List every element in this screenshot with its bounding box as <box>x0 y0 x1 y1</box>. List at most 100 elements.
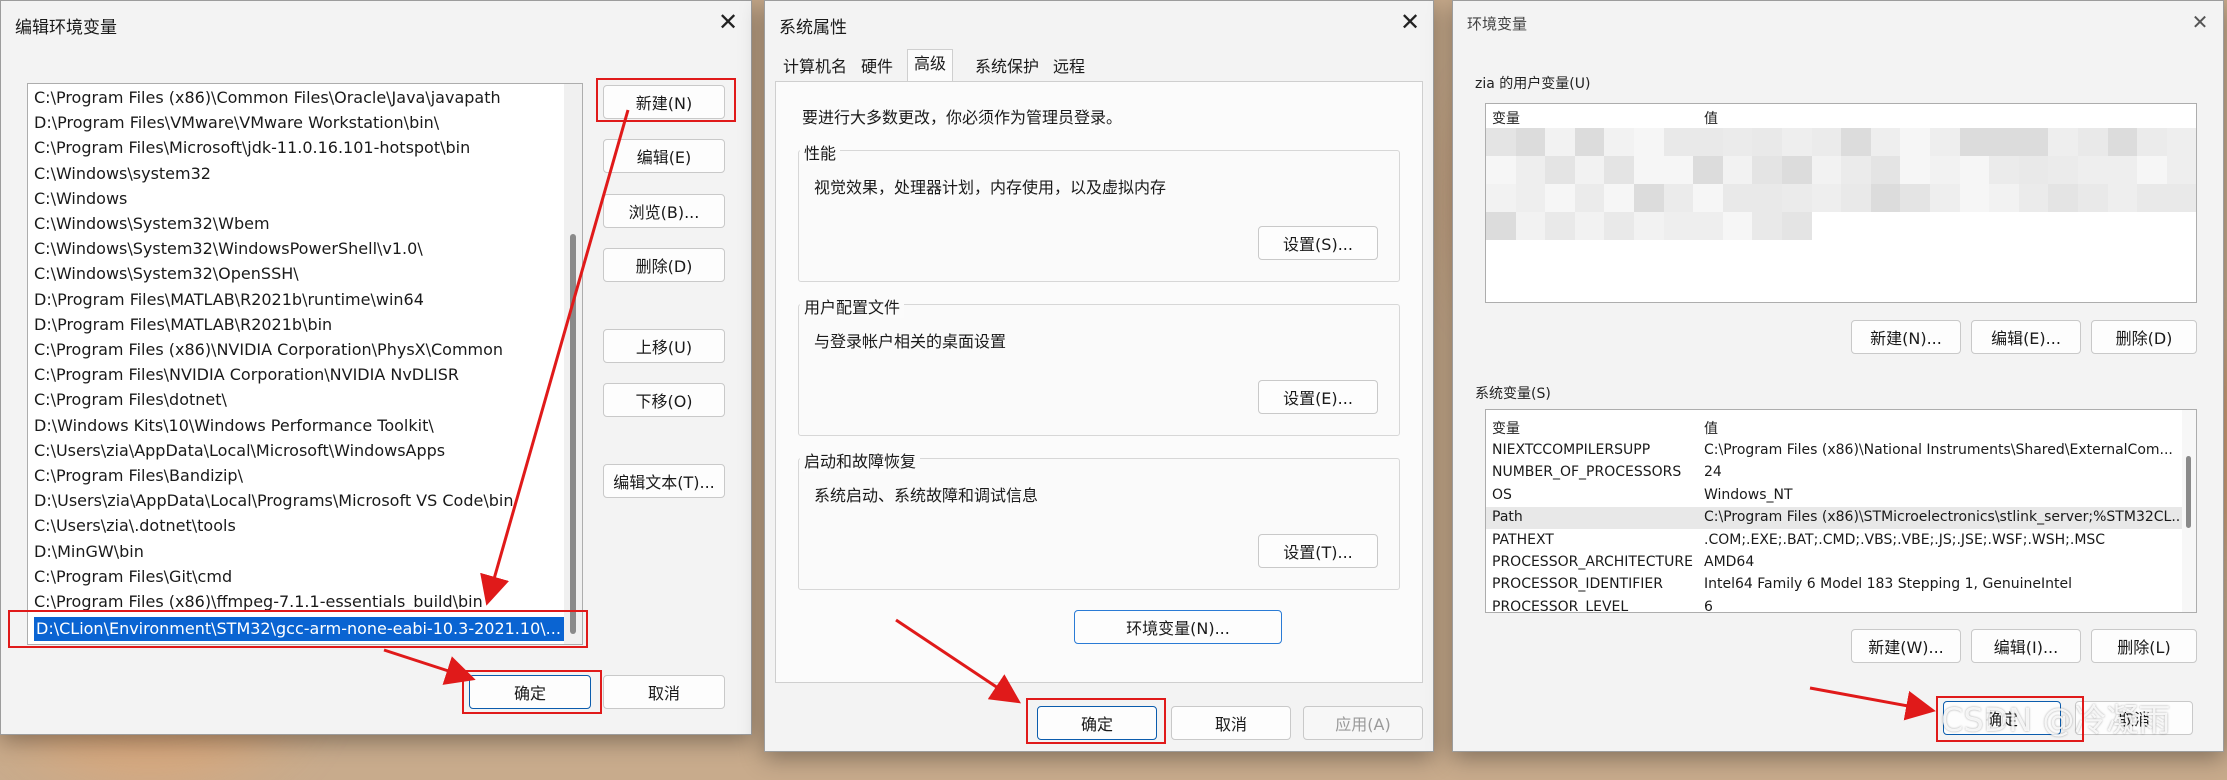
path-list-item[interactable]: C:\Program Files\Microsoft\jdk-11.0.16.1… <box>32 136 470 160</box>
user-profile-description: 与登录帐户相关的桌面设置 <box>814 332 1007 351</box>
tab-advanced[interactable]: 高级 <box>907 49 954 83</box>
watermark: CSDN @冷凝雨 <box>1941 701 2171 739</box>
path-list-item[interactable]: C:\Program Files\Git\cmd <box>32 565 232 589</box>
user-new-button[interactable]: 新建(N)... <box>1851 320 1961 354</box>
system-new-button[interactable]: 新建(W)... <box>1851 629 1961 663</box>
environment-variables-button[interactable]: 环境变量(N)... <box>1074 610 1282 644</box>
blur-tile <box>1841 184 1871 212</box>
path-list-item[interactable]: C:\Program Files (x86)\ffmpeg-7.1.1-esse… <box>32 590 483 614</box>
ok-button[interactable]: 确定 <box>469 675 591 709</box>
user-variables-table[interactable]: 变量 值 <box>1485 103 2197 303</box>
system-variable-row[interactable]: PROCESSOR_IDENTIFIER Intel64 Family 6 Mod… <box>1486 574 2182 596</box>
scrollbar-thumb[interactable] <box>2186 456 2191 528</box>
apply-button[interactable]: 应用(A) <box>1303 706 1423 740</box>
path-list-item[interactable]: C:\Program Files (x86)\NVIDIA Corporatio… <box>32 338 503 362</box>
performance-group <box>798 150 1400 282</box>
blur-tile <box>1693 184 1723 212</box>
system-variable-row[interactable]: OS Windows_NT <box>1486 485 2182 507</box>
path-list-item[interactable]: C:\Users\zia\.dotnet\tools <box>32 514 236 538</box>
user-profile-group <box>798 304 1400 436</box>
blur-tile <box>1634 184 1664 212</box>
scrollbar-thumb[interactable] <box>570 234 576 634</box>
system-variable-name: PROCESSOR_IDENTIFIER <box>1492 576 1663 593</box>
path-list-item[interactable]: C:\Windows <box>32 187 127 211</box>
startup-settings-button[interactable]: 设置(T)... <box>1258 534 1378 568</box>
close-icon[interactable]: ✕ <box>709 5 747 39</box>
path-list-item[interactable]: C:\Users\zia\AppData\Local\Microsoft\Win… <box>32 439 445 463</box>
path-list-item[interactable]: C:\Program Files (x86)\Common Files\Orac… <box>32 86 501 110</box>
path-list-item[interactable]: C:\Windows\System32\OpenSSH\ <box>32 262 299 286</box>
dialog-title: 编辑环境变量 <box>15 18 117 38</box>
tab-computer-name[interactable]: 计算机名 <box>777 53 853 81</box>
path-list-item[interactable]: D:\Program Files\MATLAB\R2021b\bin <box>32 313 332 337</box>
path-list-item[interactable]: C:\Windows\system32 <box>32 162 211 186</box>
blur-tile <box>1663 212 1694 240</box>
path-list-item[interactable]: C:\Windows\System32\WindowsPowerShell\v1… <box>32 237 423 261</box>
title-bar: 环境变量 ✕ <box>1453 1 2223 45</box>
path-list-item[interactable]: C:\Windows\System32\Wbem <box>32 212 270 236</box>
user-delete-button[interactable]: 删除(D) <box>2091 320 2197 354</box>
blur-tile <box>2137 128 2167 156</box>
blur-tile <box>1752 128 1782 156</box>
move-up-button[interactable]: 上移(U) <box>603 329 725 363</box>
system-delete-button[interactable]: 删除(L) <box>2091 629 2197 663</box>
blur-tile <box>1515 184 1546 212</box>
system-variable-row[interactable]: PROCESSOR_LEVEL 6 <box>1486 597 2182 612</box>
blur-tile <box>1959 156 1990 184</box>
browse-button[interactable]: 浏览(B)... <box>603 194 725 228</box>
path-list-item[interactable]: D:\Windows Kits\10\Windows Performance T… <box>32 414 434 438</box>
blur-tile <box>2018 156 2049 184</box>
admin-hint: 要进行大多数更改，你必须作为管理员登录。 <box>802 108 1123 127</box>
system-variable-row[interactable]: PATHEXT .COM;.EXE;.BAT;.CMD;.VBS;.VBE;.JS… <box>1486 530 2182 552</box>
system-variable-name: NUMBER_OF_PROCESSORS <box>1492 464 1682 481</box>
system-variable-value: Windows_NT <box>1704 486 1793 503</box>
new-button[interactable]: 新建(N) <box>603 85 725 119</box>
system-variables-table[interactable]: 变量 值 NIEXTCCOMPILERSUPP C:\Program Files … <box>1485 409 2197 613</box>
close-icon[interactable]: ✕ <box>1391 5 1429 39</box>
system-variables-scrollbar[interactable] <box>2182 410 2196 612</box>
edit-button[interactable]: 编辑(E) <box>603 139 725 173</box>
user-profile-settings-button[interactable]: 设置(E)... <box>1258 380 1378 414</box>
system-variable-row[interactable]: NIEXTCCOMPILERSUPP C:\Program Files (x86)… <box>1486 440 2182 462</box>
path-list[interactable]: C:\Program Files (x86)\Common Files\Orac… <box>27 83 583 645</box>
blur-tile <box>1574 128 1605 156</box>
path-list-item[interactable]: D:\MinGW\bin <box>32 540 144 564</box>
tab-system-protection[interactable]: 系统保护 <box>969 53 1045 81</box>
blur-tile <box>2018 128 2049 156</box>
path-list-item[interactable]: D:\Users\zia\AppData\Local\Programs\Micr… <box>32 489 513 513</box>
system-edit-button[interactable]: 编辑(I)... <box>1971 629 2081 663</box>
path-list-item[interactable]: C:\Program Files\dotnet\ <box>32 388 227 412</box>
user-profile-label: 用户配置文件 <box>800 294 905 318</box>
system-variable-row[interactable]: Path C:\Program Files (x86)\STMicroelectr… <box>1486 507 2182 530</box>
edit-text-button[interactable]: 编辑文本(T)... <box>603 464 725 498</box>
system-variable-row[interactable]: NUMBER_OF_PROCESSORS 24 <box>1486 462 2182 484</box>
blur-tile <box>1722 128 1753 156</box>
ok-button[interactable]: 确定 <box>1037 706 1157 740</box>
user-edit-button[interactable]: 编辑(E)... <box>1971 320 2081 354</box>
blur-tile <box>1752 184 1782 212</box>
blur-tile <box>2078 156 2108 184</box>
delete-button[interactable]: 删除(D) <box>603 248 725 282</box>
performance-settings-button[interactable]: 设置(S)... <box>1258 226 1378 260</box>
blur-tile <box>1722 212 1753 240</box>
close-icon[interactable]: ✕ <box>2181 5 2219 39</box>
blur-tile <box>1574 156 1605 184</box>
tab-remote[interactable]: 远程 <box>1047 53 1091 81</box>
blur-tile <box>1722 184 1753 212</box>
path-list-item[interactable]: D:\Program Files\MATLAB\R2021b\runtime\w… <box>32 288 424 312</box>
system-variable-row[interactable]: PROCESSOR_ARCHITECTURE AMD64 <box>1486 552 2182 574</box>
cancel-button[interactable]: 取消 <box>1171 706 1291 740</box>
move-down-button[interactable]: 下移(O) <box>603 383 725 417</box>
tab-hardware[interactable]: 硬件 <box>855 53 899 81</box>
selected-path-item[interactable]: D:\CLion\Environment\STM32\gcc-arm-none-… <box>33 616 566 643</box>
path-list-item[interactable]: C:\Program Files\NVIDIA Corporation\NVID… <box>32 363 459 387</box>
blur-tile <box>1930 184 1960 212</box>
blur-tile <box>2048 184 2078 212</box>
path-list-item[interactable]: D:\Program Files\VMware\VMware Workstati… <box>32 111 439 135</box>
blur-tile <box>1870 128 1901 156</box>
path-list-scrollbar[interactable] <box>564 84 582 644</box>
blur-tile <box>1782 212 1812 240</box>
cancel-button[interactable]: 取消 <box>603 675 725 709</box>
path-list-item[interactable]: C:\Program Files\Bandizip\ <box>32 464 243 488</box>
blur-tile <box>1930 128 1960 156</box>
